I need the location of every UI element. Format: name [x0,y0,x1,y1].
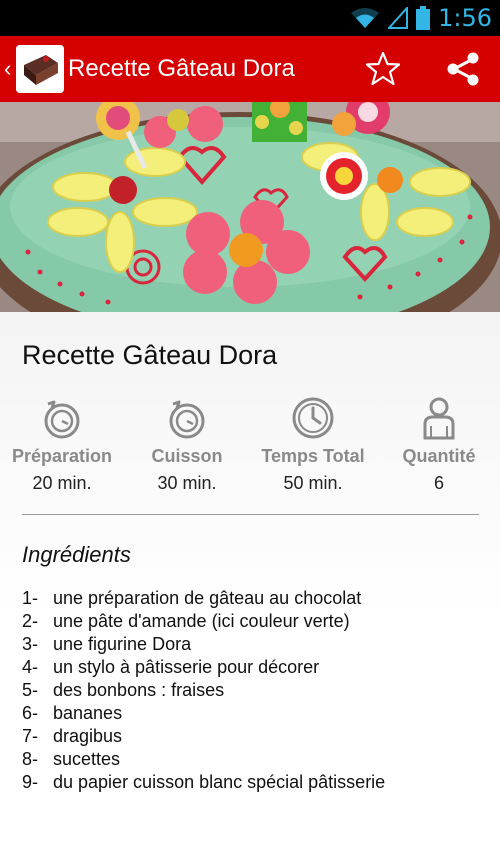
person-icon [423,397,455,440]
clock-icon [292,397,334,439]
list-item: 3- une figurine Dora [22,633,385,656]
list-item: 1- une préparation de gâteau au chocolat [22,587,385,610]
item-text: une pâte d'amande (ici couleur verte) [53,611,350,631]
stopwatch-icon [169,400,205,439]
stopwatch-icon [44,400,80,439]
stat-preparation: Préparation 20 min. [2,396,122,494]
ingredients-list: 1- une préparation de gâteau au chocolat … [22,587,385,794]
app-title: Recette Gâteau Dora [68,55,295,82]
stat-value: 20 min. [32,473,92,493]
stat-label: Temps Total [261,446,365,466]
recipe-photo [0,102,500,312]
clock-time: 1:56 [438,4,492,32]
app-logo[interactable] [16,45,64,93]
item-text: une préparation de gâteau au chocolat [53,588,362,608]
stat-label: Cuisson [151,446,223,466]
share-icon[interactable] [444,50,482,88]
list-item: 9- du papier cuisson blanc spécial pâtiss… [22,771,385,794]
item-text: sucettes [53,749,121,769]
action-bar: ‹ Recette Gâteau Dora [0,36,500,102]
list-item: 8- sucettes [22,748,385,771]
stat-value: 6 [433,473,444,493]
item-number: 8- [22,749,39,769]
item-text: bananes [53,703,123,723]
item-number: 4- [22,657,39,677]
stat-label: Quantité [402,446,476,466]
list-item: 5- des bonbons : fraises [22,679,385,702]
stat-label: Préparation [11,446,113,466]
item-text: dragibus [53,726,123,746]
stat-cooking: Cuisson 30 min. [127,396,247,494]
list-item: 2- une pâte d'amande (ici couleur verte) [22,610,385,633]
item-text: une figurine Dora [53,634,192,654]
recipe-title: Recette Gâteau Dora [22,340,278,370]
item-number: 1- [22,588,39,608]
favorite-star-icon[interactable] [364,50,402,88]
stat-value: 30 min. [157,473,217,493]
list-item: 6- bananes [22,702,385,725]
stat-value: 50 min. [283,473,343,493]
battery-icon [416,6,431,30]
recipe-content: Recette Gâteau Dora Préparation 20 min. … [0,312,500,863]
item-text: des bonbons : fraises [53,680,225,700]
status-bar: 1:56 [0,0,500,36]
item-text: du papier cuisson blanc spécial pâtisser… [53,772,386,792]
item-number: 6- [22,703,39,723]
signal-icon [388,7,409,29]
divider [22,514,479,515]
item-number: 2- [22,611,39,631]
ingredients-heading: Ingrédients [22,542,131,567]
wifi-icon [351,8,380,28]
item-text: un stylo à pâtisserie pour décorer [53,657,320,677]
item-number: 3- [22,634,39,654]
stat-total-time: Temps Total 50 min. [253,396,373,494]
item-number: 9- [22,772,39,792]
list-item: 7- dragibus [22,725,385,748]
item-number: 7- [22,726,39,746]
up-caret-icon[interactable]: ‹ [4,58,11,80]
list-item: 4- un stylo à pâtisserie pour décorer [22,656,385,679]
item-number: 5- [22,680,39,700]
stat-quantity: Quantité 6 [379,396,499,494]
